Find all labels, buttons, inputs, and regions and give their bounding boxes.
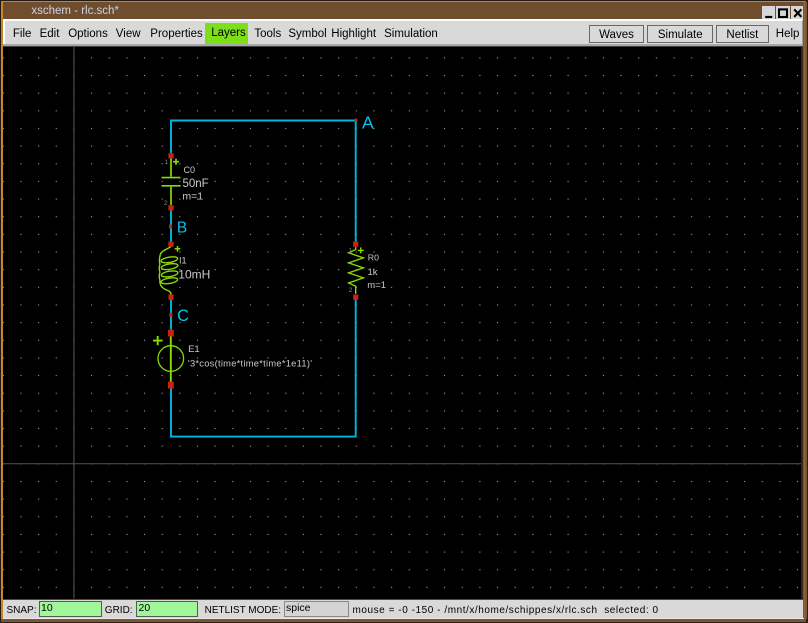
svg-text:E1: E1 — [188, 344, 200, 355]
svg-text:l1: l1 — [179, 256, 186, 267]
svg-text:1: 1 — [164, 159, 168, 166]
svg-text:C0: C0 — [183, 165, 195, 175]
svg-text:m=1: m=1 — [367, 280, 386, 291]
svg-text:'3*cos(time*time*time*1e11)': '3*cos(time*time*time*1e11)' — [187, 358, 311, 368]
svg-text:50nF: 50nF — [182, 178, 208, 190]
svg-text:C: C — [177, 307, 189, 325]
svg-text:2: 2 — [164, 200, 168, 207]
svg-text:2: 2 — [348, 287, 352, 294]
svg-text:1k: 1k — [367, 267, 377, 278]
svg-text:1: 1 — [348, 248, 352, 255]
svg-text:m=1: m=1 — [182, 191, 203, 203]
svg-text:A: A — [362, 112, 374, 132]
svg-text:B: B — [176, 220, 186, 237]
svg-text:R0: R0 — [367, 253, 378, 263]
svg-text:10mH: 10mH — [178, 268, 210, 282]
